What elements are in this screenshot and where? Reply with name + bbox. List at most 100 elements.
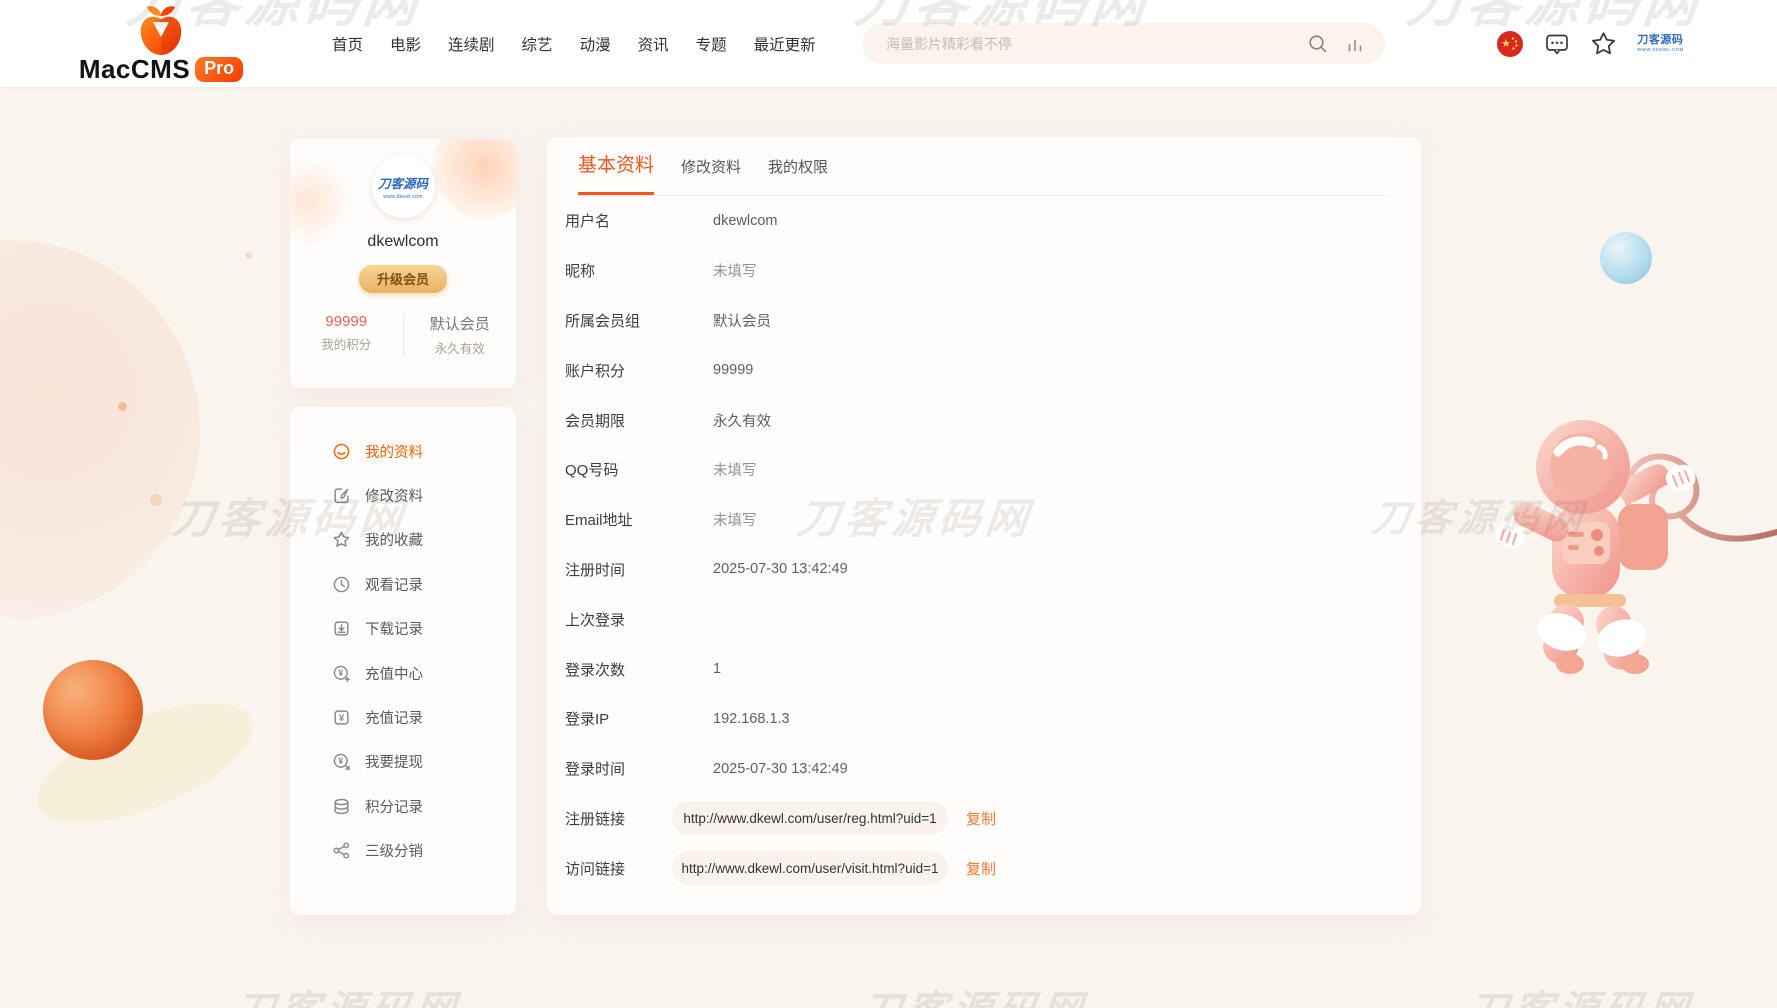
upgrade-member-button[interactable]: 升级会员 (359, 265, 447, 293)
sidebar-item-label: 观看记录 (365, 574, 423, 595)
sidebar-item-recharge-record[interactable]: ¥ 充值记录 (290, 695, 516, 739)
smile-icon (332, 442, 351, 461)
recharge-icon: ¥ (332, 664, 351, 683)
site-avatar-logo[interactable]: 刀客源码 WWW.DKEWL.COM (1637, 35, 1684, 52)
sidebar-item-edit-profile[interactable]: 修改资料 (290, 473, 516, 517)
nav-item-recent[interactable]: 最近更新 (754, 33, 816, 55)
nav-item-home[interactable]: 首页 (332, 33, 363, 55)
field-row-nickname: 昵称 未填写 (547, 246, 1421, 296)
field-row-register-time: 注册时间 2025-07-30 13:42:49 (547, 545, 1421, 595)
favorite-star-icon[interactable] (1590, 30, 1617, 57)
member-group-value: 默认会员 (404, 313, 517, 334)
nav-item-movies[interactable]: 电影 (390, 33, 421, 55)
field-row-member-term: 会员期限 永久有效 (547, 395, 1421, 445)
profile-detail-panel: 基本资料 修改资料 我的权限 用户名 dkewlcom 昵称 未填写 所属会员组… (547, 137, 1421, 915)
points-label: 我的积分 (290, 334, 403, 353)
svg-text:¥: ¥ (339, 713, 345, 724)
avatar-logo-subtext: www.dkewl.com (383, 194, 422, 200)
visit-link-input[interactable] (672, 851, 948, 885)
nav-item-news[interactable]: 资讯 (638, 33, 669, 55)
sidebar-item-withdraw[interactable]: ¥ 我要提现 (290, 740, 516, 784)
china-flag-icon[interactable]: ★ (1496, 30, 1524, 58)
search-input[interactable] (886, 36, 1307, 52)
field-row-qq: QQ号码 未填写 (547, 445, 1421, 495)
sidebar-item-label: 我的收藏 (365, 529, 423, 550)
watermark: 刀客源码网 (1465, 978, 1696, 1008)
field-label: 登录时间 (565, 758, 713, 779)
field-row-login-count: 登录次数 1 (547, 644, 1421, 694)
sidebar-item-label: 修改资料 (365, 485, 423, 506)
field-label: 用户名 (565, 210, 713, 231)
sidebar-item-points-record[interactable]: 积分记录 (290, 784, 516, 828)
sidebar-item-my-profile[interactable]: 我的资料 (290, 429, 516, 473)
sidebar-item-watch-history[interactable]: 观看记录 (290, 562, 516, 606)
site-logo[interactable]: MacCMS Pro (96, 4, 226, 85)
apple-logo-icon (137, 4, 185, 56)
recharge-record-icon: ¥ (332, 708, 351, 727)
copy-visit-link-button[interactable]: 复制 (966, 858, 996, 879)
field-value: 永久有效 (713, 410, 771, 431)
field-value: 未填写 (713, 459, 757, 480)
tab-basic-info[interactable]: 基本资料 (578, 150, 654, 195)
sidebar-item-label: 充值中心 (365, 663, 423, 684)
points-value: 99999 (290, 313, 403, 330)
sidebar-item-distribution[interactable]: 三级分销 (290, 829, 516, 873)
nav-item-topics[interactable]: 专题 (696, 33, 727, 55)
download-icon (332, 619, 351, 638)
field-value: 未填写 (713, 509, 757, 530)
dot-decor (118, 402, 127, 411)
username: dkewlcom (290, 233, 516, 251)
dot-decor (150, 494, 162, 506)
field-value: 1 (713, 661, 721, 677)
nav-item-variety[interactable]: 综艺 (522, 33, 553, 55)
field-row-username: 用户名 dkewlcom (547, 196, 1421, 246)
site-avatar-subtext: WWW.DKEWL.COM (1637, 48, 1684, 53)
pale-circle-decor (0, 240, 200, 620)
field-value: 未填写 (713, 260, 757, 281)
svg-text:¥: ¥ (338, 756, 343, 766)
field-label: QQ号码 (565, 459, 713, 480)
header: MacCMS Pro 首页 电影 连续剧 综艺 动漫 资讯 专题 最近更新 (0, 0, 1777, 87)
user-stats: 99999 我的积分 默认会员 永久有效 (290, 313, 516, 357)
field-label: 账户积分 (565, 360, 713, 381)
sidebar-item-label: 三级分销 (365, 840, 423, 861)
nav-item-series[interactable]: 连续剧 (448, 33, 495, 55)
search-icon[interactable] (1307, 33, 1329, 55)
field-value: 192.168.1.3 (713, 711, 790, 727)
sidebar-item-recharge-center[interactable]: ¥ 充值中心 (290, 651, 516, 695)
tab-edit-info[interactable]: 修改资料 (681, 156, 741, 195)
avatar[interactable]: 刀客源码 www.dkewl.com (372, 155, 435, 218)
field-label: 上次登录 (565, 609, 713, 630)
svg-text:★: ★ (1501, 38, 1511, 50)
trending-bars-icon[interactable] (1345, 34, 1365, 54)
sidebar-item-download-history[interactable]: 下载记录 (290, 607, 516, 651)
member-group-stat: 默认会员 永久有效 (404, 313, 517, 357)
dot-decor (245, 252, 252, 259)
message-icon[interactable] (1544, 31, 1570, 57)
site-avatar-text: 刀客源码 (1637, 35, 1684, 46)
sidebar-menu: 我的资料 修改资料 我的收藏 观看记录 下载记录 ¥ 充值中心 (290, 407, 516, 915)
sidebar-item-label: 积分记录 (365, 796, 423, 817)
logo-title: MacCMS (79, 54, 190, 85)
field-value: dkewlcom (713, 213, 777, 229)
share-icon (332, 841, 351, 860)
yellow-blob-decor (22, 678, 269, 848)
tab-row: 基本资料 修改资料 我的权限 (578, 137, 1390, 196)
avatar-logo-text: 刀客源码 (378, 173, 428, 192)
points-icon (332, 797, 351, 816)
field-label: 会员期限 (565, 410, 713, 431)
field-label: 访问链接 (565, 858, 672, 879)
nav-item-anime[interactable]: 动漫 (580, 33, 611, 55)
field-row-login-ip: 登录IP 192.168.1.3 (547, 694, 1421, 744)
field-label: 所属会员组 (565, 310, 713, 331)
tab-my-permissions[interactable]: 我的权限 (768, 156, 828, 195)
field-value: 默认会员 (713, 310, 771, 331)
visit-link-row: 访问链接 复制 (547, 843, 1421, 893)
field-row-member-group: 所属会员组 默认会员 (547, 296, 1421, 346)
register-link-input[interactable] (672, 801, 948, 835)
field-value: 2025-07-30 13:42:49 (713, 761, 848, 777)
field-label: 登录IP (565, 708, 713, 729)
sidebar-item-favorites[interactable]: 我的收藏 (290, 518, 516, 562)
sidebar-item-label: 我的资料 (365, 441, 423, 462)
copy-register-link-button[interactable]: 复制 (966, 808, 996, 829)
